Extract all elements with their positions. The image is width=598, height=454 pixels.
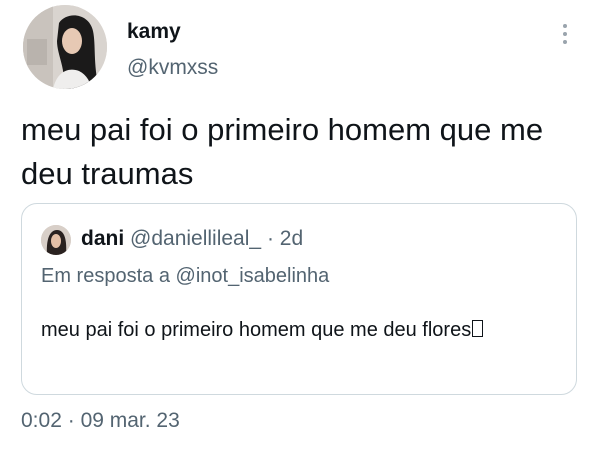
author-name[interactable]: kamy: [127, 20, 181, 44]
author-handle[interactable]: @kvmxss: [127, 56, 218, 80]
tweet-time: 0:02: [21, 409, 62, 432]
timestamp-separator: ·: [67, 409, 75, 432]
quoted-age: 2d: [279, 227, 304, 250]
tweet-text: meu pai foi o primeiro homem que me deu …: [21, 112, 544, 191]
quoted-author-handle[interactable]: @daniellileal_: [130, 227, 261, 250]
reply-to-handle[interactable]: @inot_isabelinha: [176, 265, 330, 287]
quoted-text-block: meu pai foi o primeiro homem que me deu …: [41, 315, 551, 345]
reply-prefix: Em resposta a: [41, 265, 170, 287]
avatar-photo: [23, 5, 107, 89]
quoted-text: meu pai foi o primeiro homem que me deu …: [41, 319, 472, 341]
quoted-header: dani @daniellileal_ · 2d: [81, 227, 303, 251]
quoted-avatar-photo: [41, 225, 71, 255]
more-vertical-icon[interactable]: [561, 24, 569, 48]
reply-context: Em resposta a @inot_isabelinha: [41, 265, 329, 288]
quoted-author-name[interactable]: dani: [81, 227, 124, 250]
quoted-avatar[interactable]: [41, 225, 71, 255]
avatar[interactable]: [23, 5, 107, 89]
emoji-glyph: [472, 320, 484, 337]
quoted-tweet[interactable]: dani @daniellileal_ · 2d Em resposta a @…: [21, 203, 577, 395]
tweet-date: 09 mar. 23: [80, 409, 180, 432]
timestamp[interactable]: 0:02 · 09 mar. 23: [21, 409, 180, 433]
quoted-separator: ·: [266, 227, 274, 250]
